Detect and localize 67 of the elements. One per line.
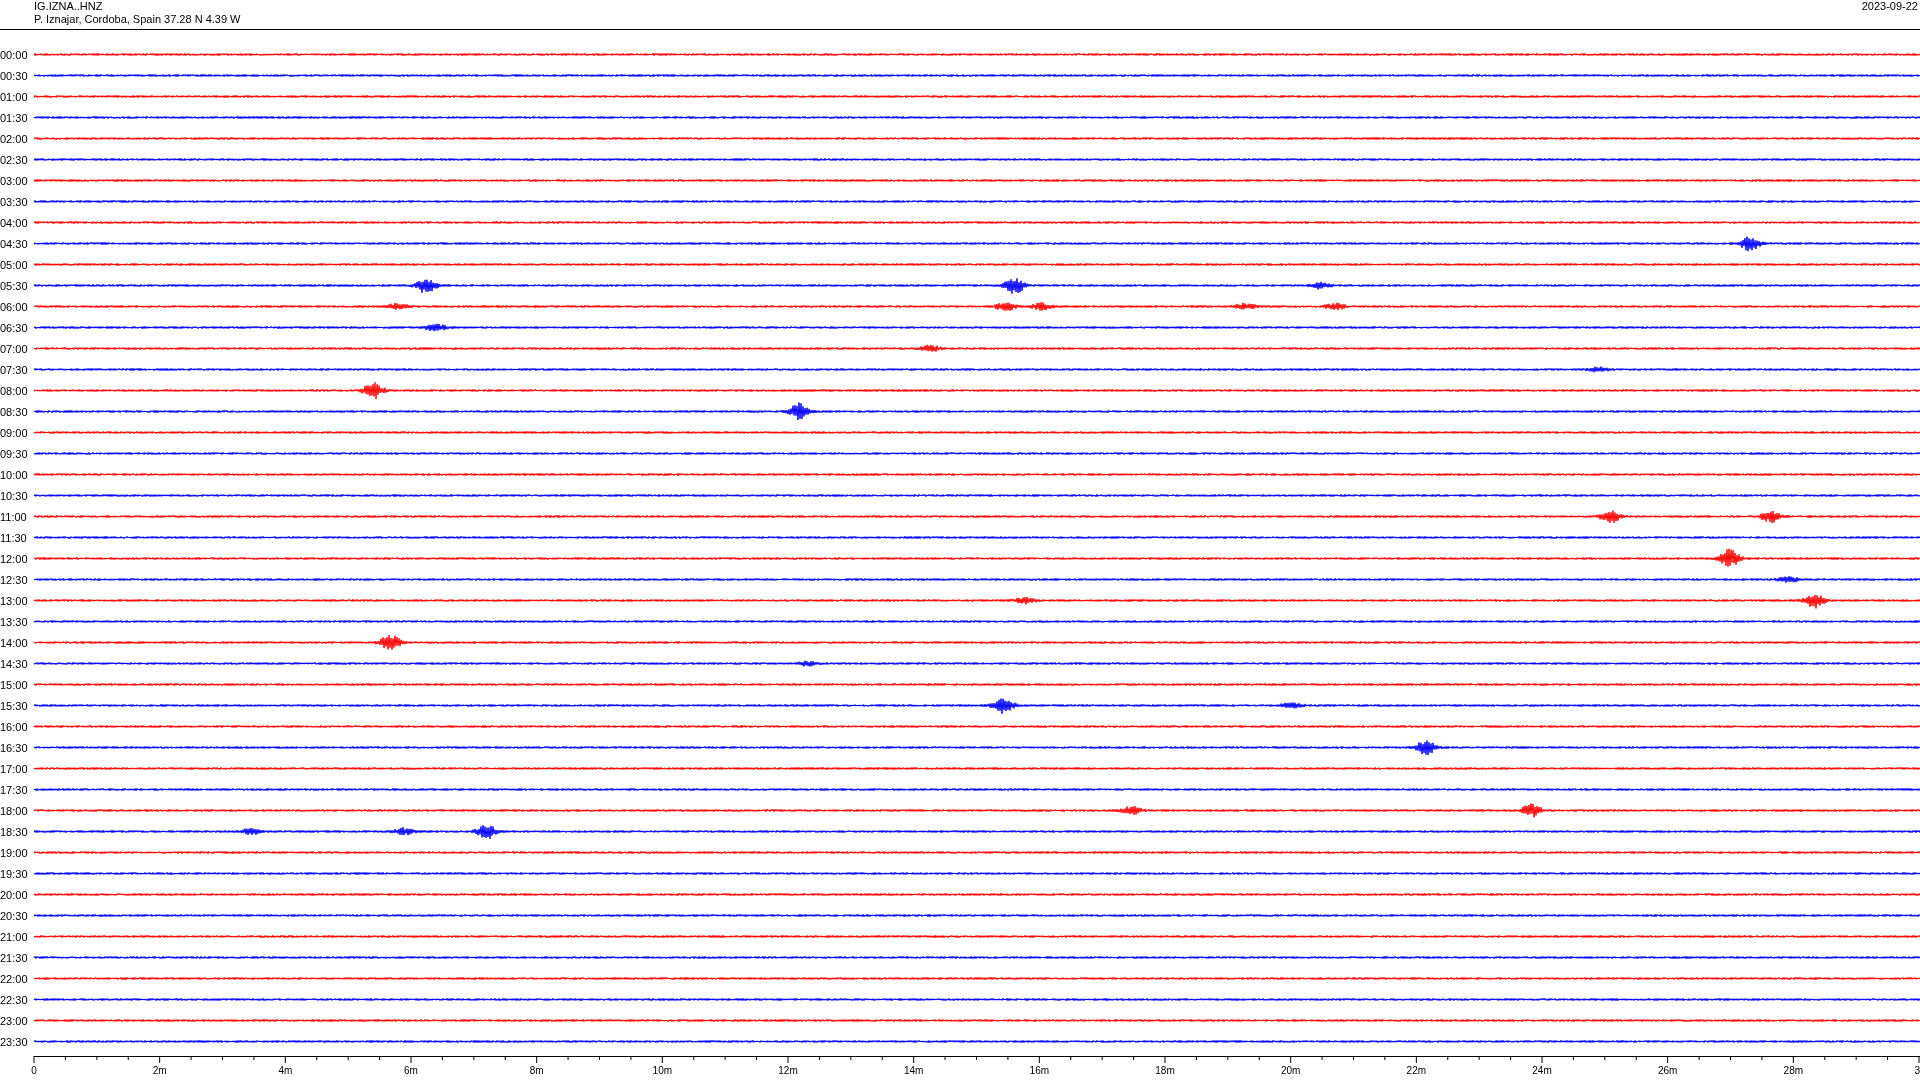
time-label: 11:00 [0,510,28,523]
time-label: 06:00 [0,300,29,313]
axis-tick-label: 3 [1914,1065,1920,1076]
time-label: 21:30 [0,951,29,964]
time-label: 02:00 [0,132,29,145]
axis-tick-label: 18m [1155,1065,1175,1076]
axis-tick-label: 12m [778,1065,798,1076]
axis-tick-label: 6m [404,1065,418,1076]
time-label: 02:30 [0,153,29,166]
time-label: 11:30 [0,531,28,544]
axis-tick-label: 8m [529,1065,544,1076]
axis-tick-label: 26m [1657,1065,1678,1076]
axis-tick-label: 4m [278,1065,293,1076]
time-label: 13:00 [0,594,29,607]
station-location: P. Iznajar, Cordoba, Spain 37.28 N 4.39 W [34,13,241,26]
station-code: IG.IZNA..HNZ [34,0,104,13]
time-label: 00:00 [0,48,29,61]
axis-tick-label: 0 [31,1065,37,1076]
time-label: 04:00 [0,216,29,229]
time-label: 03:00 [0,174,29,187]
axis-tick-label: 10m [652,1065,673,1076]
axis-tick-label: 14m [903,1065,924,1076]
time-label: 05:30 [0,279,29,292]
time-label: 15:30 [0,699,29,712]
time-label: 16:30 [0,741,29,754]
time-label: 06:30 [0,321,29,334]
time-label: 23:30 [0,1035,29,1048]
time-label: 15:00 [0,678,29,691]
time-label: 12:00 [0,552,29,565]
time-label: 14:30 [0,657,29,670]
time-label: 14:00 [0,636,29,649]
time-label: 08:30 [0,405,29,418]
time-label: 22:30 [0,993,29,1006]
time-label: 19:00 [0,846,29,859]
time-label: 12:30 [0,573,29,586]
time-label: 17:00 [0,762,29,775]
axis-tick-label: 20m [1280,1065,1301,1076]
time-label: 07:30 [0,363,29,376]
time-label: 10:30 [0,489,29,502]
time-label: 08:00 [0,384,29,397]
date-label: 2023-09-22 [1861,0,1919,13]
time-label: 18:00 [0,804,29,817]
time-label: 07:00 [0,342,29,355]
time-label: 03:30 [0,195,29,208]
time-label: 13:30 [0,615,29,628]
time-label: 18:30 [0,825,29,838]
axis-tick-label: 2m [152,1065,167,1076]
time-label: 17:30 [0,783,29,796]
axis-tick-label: 24m [1532,1065,1552,1076]
time-label: 16:00 [0,720,29,733]
time-label: 19:30 [0,867,29,880]
time-label: 01:30 [0,111,29,124]
time-label: 01:00 [0,90,29,103]
time-label: 00:30 [0,69,29,82]
time-label: 09:30 [0,447,29,460]
axis-tick-label: 16m [1029,1065,1050,1076]
axis-tick-label: 28m [1783,1065,1804,1076]
time-label: 20:30 [0,909,29,922]
time-label: 05:00 [0,258,29,271]
time-label: 04:30 [0,237,29,250]
time-label: 09:00 [0,426,29,439]
time-label: 23:00 [0,1014,29,1027]
time-label: 20:00 [0,888,29,901]
time-label: 10:00 [0,468,29,481]
time-label: 21:00 [0,930,29,943]
axis-tick-label: 22m [1406,1065,1427,1076]
time-label: 22:00 [0,972,29,985]
